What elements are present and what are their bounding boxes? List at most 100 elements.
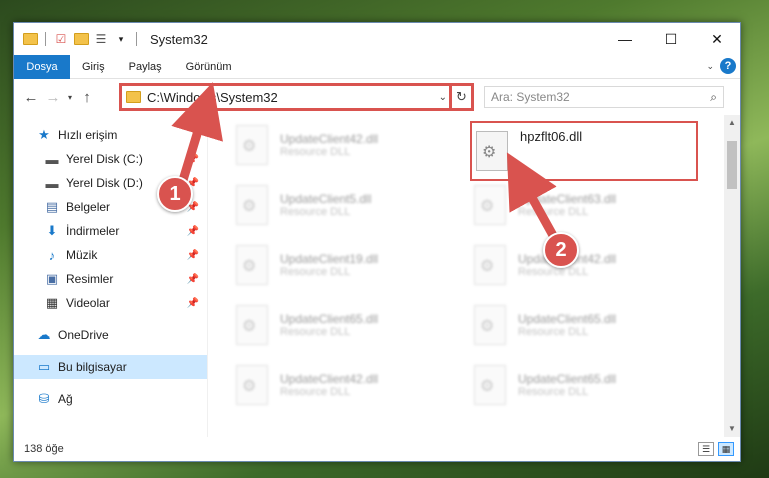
star-icon: ★ [38, 127, 50, 142]
videos-icon: ▦ [45, 295, 59, 310]
sidebar-item-label: Bu bilgisayar [58, 360, 127, 374]
sidebar-item-this-pc[interactable]: ▭ Bu bilgisayar [14, 355, 207, 379]
sidebar-item-label: Resimler [66, 272, 114, 286]
sidebar-item-label: OneDrive [58, 328, 109, 342]
tab-view[interactable]: Görünüm [174, 55, 244, 79]
file-item[interactable]: ⚙ UpdateClient5.dll Resource DLL [236, 179, 456, 231]
navigation-pane: ★ Hızlı erişim ▬ Yerel Disk (C:) 📌 ▬ Yer… [14, 115, 208, 437]
search-icon[interactable]: ⌕ [710, 90, 717, 105]
pin-icon: 📌 [186, 297, 199, 309]
scroll-down-icon[interactable]: ▼ [724, 421, 740, 437]
minimize-button[interactable]: — [602, 23, 648, 55]
file-name: UpdateClient42.dll [280, 372, 379, 386]
pin-icon: 📌 [186, 249, 199, 261]
folder-icon [22, 31, 38, 47]
help-icon[interactable]: ? [720, 58, 736, 74]
file-item[interactable]: ⚙ UpdateClient42.dllResource DLL [236, 359, 456, 411]
divider [136, 32, 137, 46]
file-type: Resource DLL [280, 266, 351, 278]
scroll-up-icon[interactable]: ▲ [724, 115, 740, 131]
file-name: UpdateClient65.dll [518, 312, 617, 326]
cloud-icon: ☁ [37, 327, 51, 342]
file-item[interactable]: ⚙ UpdateClient19.dll Resource DLL [236, 239, 456, 291]
sidebar-item-label: Belgeler [66, 200, 111, 214]
recent-locations-icon[interactable]: ▾ [64, 93, 76, 102]
music-icon: ♪ [48, 247, 56, 263]
folder-icon [126, 91, 141, 103]
sidebar-item-network[interactable]: ⛁ Ağ [14, 387, 207, 411]
dll-file-icon: ⚙ [476, 131, 508, 171]
vertical-scrollbar[interactable]: ▲ ▼ [724, 115, 740, 437]
step-badge-2: 2 [543, 232, 579, 268]
dll-file-icon: ⚙ [236, 305, 268, 345]
sidebar-item-pictures[interactable]: ▣ Resimler 📌 [14, 267, 207, 291]
ribbon-tabs: Dosya Giriş Paylaş Görünüm ⌄ ? [14, 54, 740, 79]
tab-file[interactable]: Dosya [14, 54, 70, 79]
divider [45, 32, 46, 46]
sidebar-item-label: Yerel Disk (D:) [66, 176, 143, 190]
search-input[interactable]: Ara: System32 ⌕ [484, 86, 724, 108]
sidebar-item-music[interactable]: ♪ Müzik 📌 [14, 243, 207, 267]
file-name: UpdateClient65.dll [280, 312, 379, 326]
window-title: System32 [150, 31, 208, 47]
sidebar-item-label: Ağ [58, 392, 73, 406]
file-item[interactable]: ⚙ UpdateClient65.dll Resource DLL [474, 299, 694, 351]
tab-share[interactable]: Paylaş [117, 55, 174, 79]
file-name: UpdateClient65.dll [518, 372, 617, 386]
file-item[interactable]: ⚙ UpdateClient63.dll Resource DLL [474, 179, 694, 231]
status-bar: 138 öğe ☰ ▦ [14, 437, 740, 461]
tab-home[interactable]: Giriş [70, 55, 117, 79]
file-item[interactable]: ⚙ UpdateClient65.dll Resource DLL [474, 359, 694, 411]
sidebar-item-label: Yerel Disk (C:) [66, 152, 143, 166]
network-icon: ⛁ [38, 391, 50, 406]
file-item[interactable]: ⚙ UpdateClient42.dllResource DLL [236, 119, 456, 171]
file-type: Resource DLL [280, 146, 351, 158]
expand-ribbon-icon[interactable]: ⌄ [706, 61, 714, 72]
dll-file-icon: ⚙ [474, 185, 506, 225]
back-button[interactable]: ← [20, 89, 42, 106]
properties-icon[interactable]: ☑ [53, 31, 69, 47]
address-bar[interactable]: C:\Windows\System32 ⌄ ↻ [119, 83, 474, 111]
title-bar: ☑ ☰ ▾ System32 — ☐ ✕ [14, 23, 740, 55]
forward-button[interactable]: → [42, 89, 64, 106]
dll-file-icon: ⚙ [236, 365, 268, 405]
sidebar-item-onedrive[interactable]: ☁ OneDrive [14, 323, 207, 347]
file-name: hpzflt06.dll [520, 129, 583, 144]
close-button[interactable]: ✕ [694, 23, 740, 55]
sidebar-item-label: Müzik [66, 248, 98, 262]
dll-file-icon: ⚙ [474, 245, 506, 285]
maximize-button[interactable]: ☐ [648, 23, 694, 55]
sidebar-item-videos[interactable]: ▦ Videolar 📌 [14, 291, 207, 315]
sidebar-item-disk-c[interactable]: ▬ Yerel Disk (C:) 📌 [14, 147, 207, 171]
up-button[interactable]: ↑ [76, 89, 98, 106]
tiles-view-icon[interactable]: ▦ [718, 442, 734, 456]
pictures-icon: ▣ [45, 271, 59, 286]
rename-icon[interactable]: ☰ [93, 31, 109, 47]
file-item[interactable]: ⚙ UpdateClient42.dllResource DLL [474, 239, 694, 291]
step-badge-1: 1 [157, 176, 193, 212]
explorer-window: ☑ ☰ ▾ System32 — ☐ ✕ Dosya Giriş Paylaş … [13, 22, 741, 462]
search-placeholder: Ara: System32 [491, 90, 570, 104]
file-item-hpzflt06[interactable]: ⚙ hpzflt06.dll [470, 121, 698, 181]
dll-file-icon: ⚙ [474, 365, 506, 405]
file-item[interactable]: ⚙ UpdateClient65.dll Resource DLL [236, 299, 456, 351]
quick-access-toolbar: ☑ ☰ ▾ System32 [14, 31, 208, 47]
refresh-button[interactable]: ↻ [449, 85, 471, 109]
dll-file-icon: ⚙ [236, 245, 268, 285]
new-folder-icon[interactable] [73, 31, 89, 47]
pin-icon: 📌 [186, 225, 199, 237]
details-view-icon[interactable]: ☰ [698, 442, 714, 456]
file-type: Resource DLL [518, 266, 589, 278]
drive-icon: ▬ [45, 151, 59, 167]
documents-icon: ▤ [45, 199, 59, 214]
navigation-bar: ← → ▾ ↑ C:\Windows\System32 ⌄ ↻ Ara: Sys… [14, 79, 740, 115]
customize-toolbar-icon[interactable]: ▾ [113, 31, 129, 47]
chevron-down-icon[interactable]: ⌄ [439, 92, 447, 103]
scroll-thumb[interactable] [727, 141, 737, 189]
pin-icon: 📌 [186, 153, 199, 165]
file-type: Resource DLL [518, 386, 589, 398]
sidebar-item-label: İndirmeler [66, 224, 120, 238]
sidebar-item-quick-access[interactable]: ★ Hızlı erişim [14, 123, 207, 147]
dll-file-icon: ⚙ [236, 185, 268, 225]
sidebar-item-downloads[interactable]: ⬇ İndirmeler 📌 [14, 219, 207, 243]
